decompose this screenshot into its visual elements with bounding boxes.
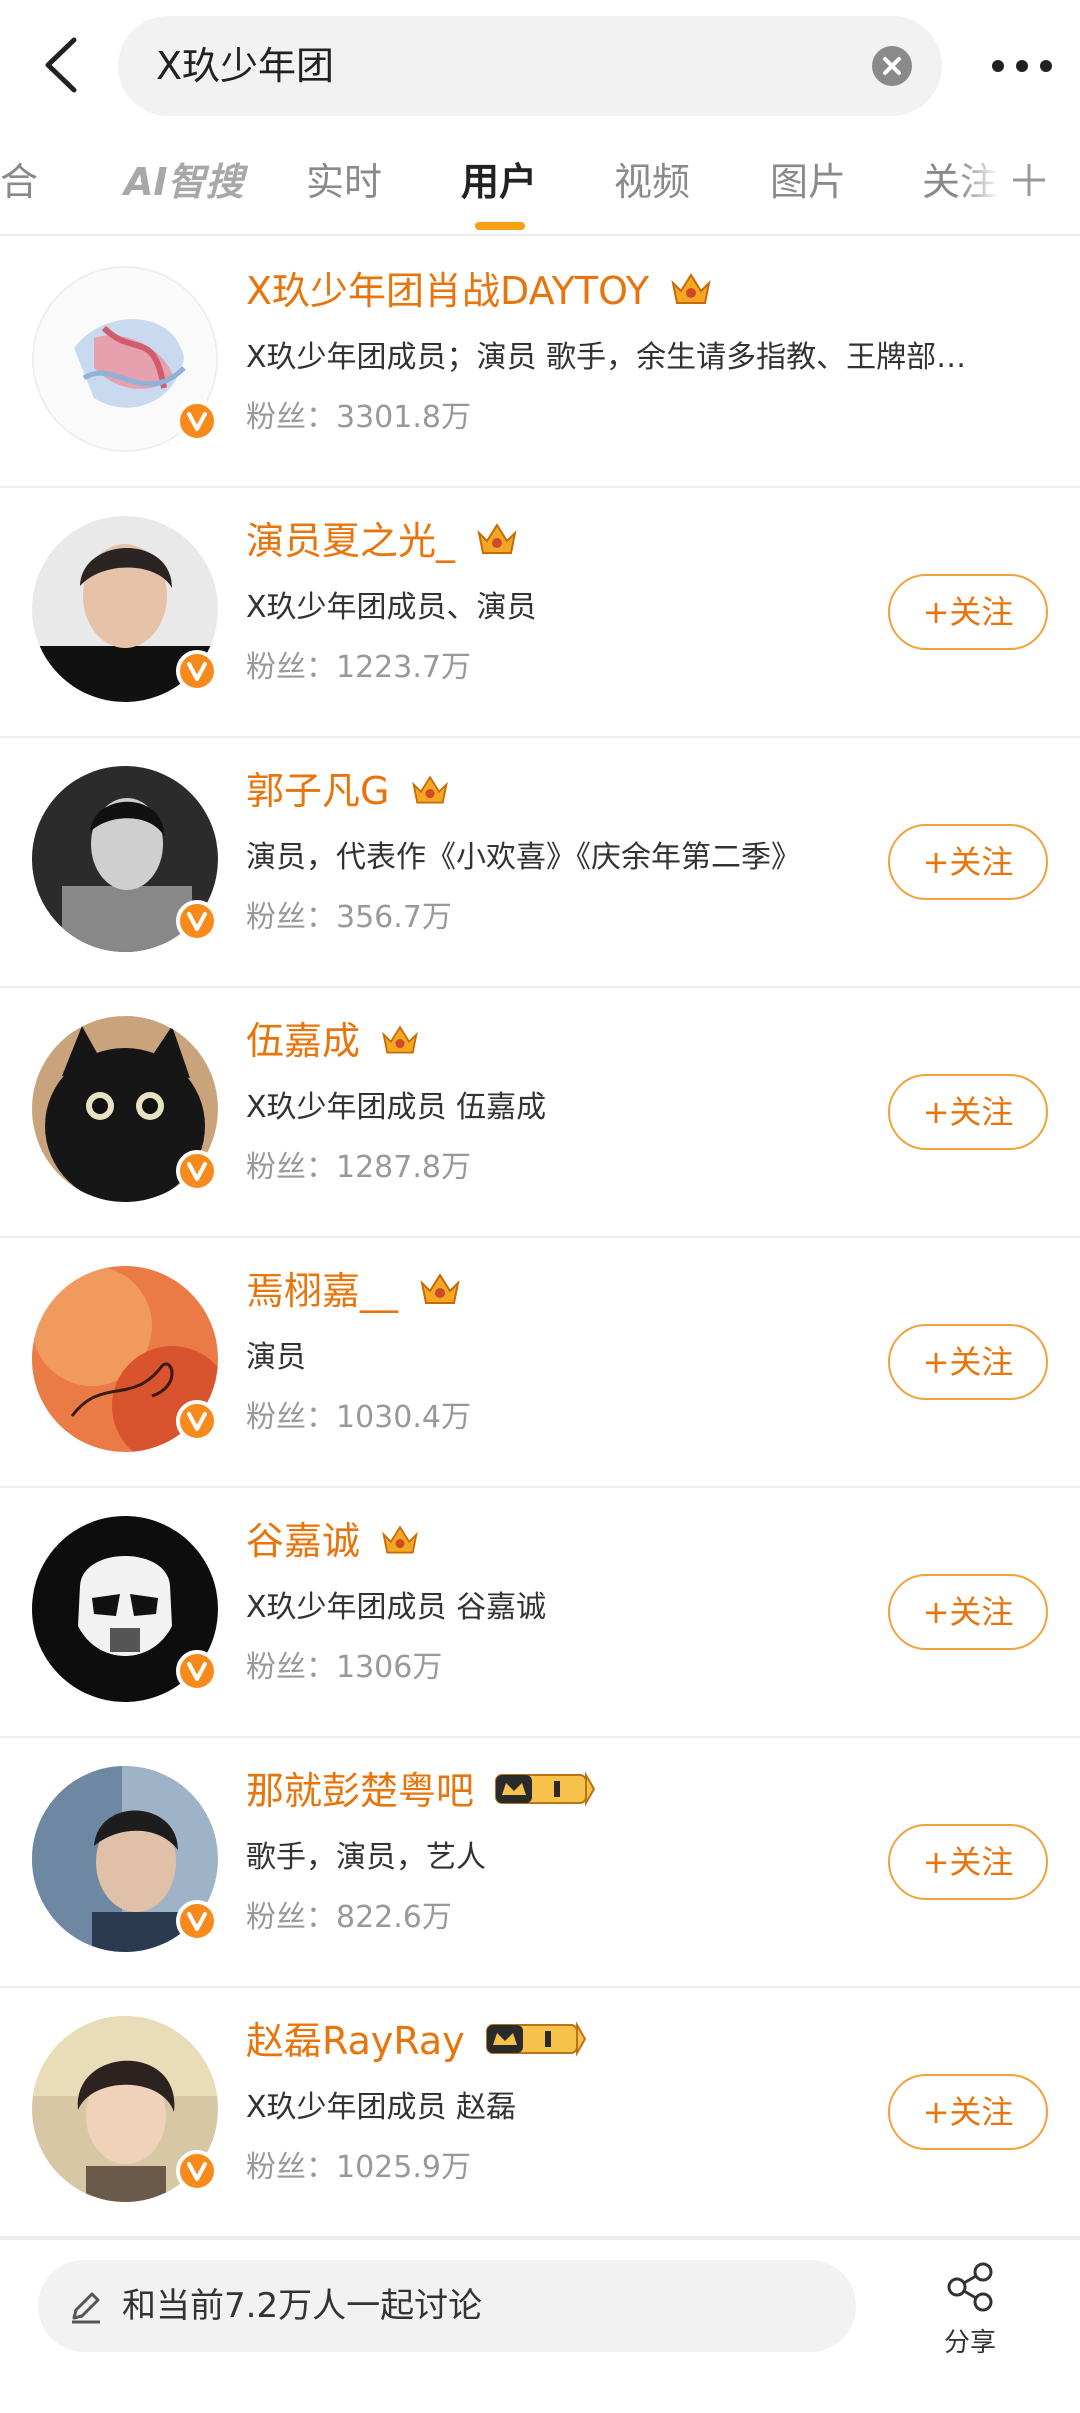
discuss-placeholder: 和当前7.2万人一起讨论 bbox=[122, 2286, 483, 2326]
user-name[interactable]: 赵磊RayRay bbox=[246, 2016, 587, 2069]
add-tab-icon[interactable] bbox=[1005, 156, 1053, 204]
follow-button[interactable]: +关注 bbox=[888, 1324, 1048, 1400]
list-item[interactable]: 谷嘉诚 X玖少年团成员 谷嘉诚 粉丝：1306万 +关注 bbox=[0, 1488, 1080, 1738]
tab-realtime[interactable]: 实时 bbox=[306, 158, 382, 206]
search-input[interactable]: X玖少年团 bbox=[156, 42, 334, 90]
crown-icon bbox=[669, 269, 713, 319]
list-item[interactable]: 那就彭楚粤吧 歌手，演员，艺人 粉丝：822.6万 +关注 bbox=[0, 1738, 1080, 1988]
more-options-icon[interactable] bbox=[990, 48, 1054, 84]
tab-comprehensive[interactable]: 综合 bbox=[0, 158, 38, 206]
vip-level-badge-icon bbox=[494, 1769, 596, 1819]
list-item[interactable]: 演员夏之光_ X玖少年团成员、演员 粉丝：1223.7万 +关注 bbox=[0, 488, 1080, 738]
verified-icon bbox=[176, 1150, 218, 1192]
user-name[interactable]: 伍嘉成 bbox=[246, 1016, 420, 1069]
user-name[interactable]: X玖少年团肖战DAYTOY bbox=[246, 266, 713, 319]
vip-level-badge-icon bbox=[485, 2019, 587, 2069]
user-name[interactable]: 谷嘉诚 bbox=[246, 1516, 420, 1569]
verified-icon bbox=[176, 900, 218, 942]
fans-count: 粉丝：1223.7万 bbox=[246, 650, 471, 685]
tab-users[interactable]: 用户 bbox=[461, 158, 537, 206]
verified-icon bbox=[176, 2150, 218, 2192]
list-item[interactable]: X玖少年团肖战DAYTOY X玖少年团成员；演员 歌手，余生请多指教、王牌部… … bbox=[0, 238, 1080, 488]
follow-button[interactable]: +关注 bbox=[888, 1574, 1048, 1650]
discuss-input[interactable]: 和当前7.2万人一起讨论 bbox=[38, 2260, 856, 2352]
tab-images[interactable]: 图片 bbox=[770, 158, 846, 206]
follow-button[interactable]: +关注 bbox=[888, 824, 1048, 900]
tab-fade bbox=[960, 140, 1000, 230]
verified-icon bbox=[176, 1900, 218, 1942]
fans-count: 粉丝：1025.9万 bbox=[246, 2150, 471, 2185]
user-name-text[interactable]: 谷嘉诚 bbox=[246, 1519, 360, 1563]
fans-count: 粉丝：822.6万 bbox=[246, 1900, 452, 1935]
tab-ai-search[interactable]: AI智搜 bbox=[124, 158, 244, 206]
clear-icon[interactable] bbox=[872, 46, 912, 86]
fans-count: 粉丝：1306万 bbox=[246, 1650, 443, 1685]
pencil-icon bbox=[66, 2286, 106, 2326]
share-icon bbox=[943, 2262, 997, 2318]
fans-count: 粉丝：1030.4万 bbox=[246, 1400, 471, 1435]
bottom-bar: 和当前7.2万人一起讨论 分享 bbox=[0, 2238, 1080, 2413]
crown-icon bbox=[418, 1269, 462, 1319]
tab-video[interactable]: 视频 bbox=[614, 158, 690, 206]
user-description: X玖少年团成员；演员 歌手，余生请多指教、王牌部… bbox=[246, 340, 967, 375]
list-item[interactable]: 伍嘉成 X玖少年团成员 伍嘉成 粉丝：1287.8万 +关注 bbox=[0, 988, 1080, 1238]
user-name-text[interactable]: 演员夏之光_ bbox=[246, 519, 455, 563]
follow-button[interactable]: +关注 bbox=[888, 2074, 1048, 2150]
crown-icon bbox=[380, 1019, 420, 1069]
user-name-text[interactable]: X玖少年团肖战DAYTOY bbox=[246, 269, 649, 313]
list-item[interactable]: 焉栩嘉__ 演员 粉丝：1030.4万 +关注 bbox=[0, 1238, 1080, 1488]
user-name-text[interactable]: 焉栩嘉__ bbox=[246, 1269, 398, 1313]
search-bar[interactable]: X玖少年团 bbox=[118, 16, 942, 116]
list-item[interactable]: 郭子凡G 演员，代表作《小欢喜》《庆余年第二季》 粉丝：356.7万 +关注 bbox=[0, 738, 1080, 988]
fans-count: 粉丝：1287.8万 bbox=[246, 1150, 471, 1185]
search-tabs: 综合 AI智搜 实时 用户 视频 图片 关注 bbox=[0, 140, 1080, 236]
user-name[interactable]: 那就彭楚粤吧 bbox=[246, 1766, 596, 1819]
active-tab-indicator bbox=[475, 222, 525, 230]
crown-icon bbox=[380, 1519, 420, 1569]
back-arrow-icon[interactable] bbox=[32, 30, 92, 100]
fans-count: 粉丝：3301.8万 bbox=[246, 400, 471, 435]
user-name[interactable]: 郭子凡G bbox=[246, 766, 450, 819]
follow-button[interactable]: +关注 bbox=[888, 1074, 1048, 1150]
verified-icon bbox=[176, 650, 218, 692]
user-name[interactable]: 焉栩嘉__ bbox=[246, 1266, 462, 1319]
top-bar: X玖少年团 bbox=[0, 0, 1080, 130]
crown-icon bbox=[475, 519, 519, 569]
verified-icon bbox=[176, 1400, 218, 1442]
follow-button[interactable]: +关注 bbox=[888, 1824, 1048, 1900]
user-name-text[interactable]: 赵磊RayRay bbox=[246, 2019, 465, 2063]
fans-count: 粉丝：356.7万 bbox=[246, 900, 452, 935]
follow-button[interactable]: +关注 bbox=[888, 574, 1048, 650]
user-name-text[interactable]: 伍嘉成 bbox=[246, 1019, 360, 1063]
user-name-text[interactable]: 郭子凡G bbox=[246, 769, 389, 813]
verified-icon bbox=[176, 1650, 218, 1692]
verified-icon bbox=[176, 400, 218, 442]
list-item[interactable]: 赵磊RayRay X玖少年团成员 赵磊 粉丝：1025.9万 +关注 bbox=[0, 1988, 1080, 2238]
crown-icon bbox=[410, 769, 450, 819]
share-label: 分享 bbox=[943, 2328, 996, 2358]
share-button[interactable]: 分享 bbox=[925, 2260, 1015, 2370]
user-name-text[interactable]: 那就彭楚粤吧 bbox=[246, 1769, 474, 1813]
user-name[interactable]: 演员夏之光_ bbox=[246, 516, 519, 569]
